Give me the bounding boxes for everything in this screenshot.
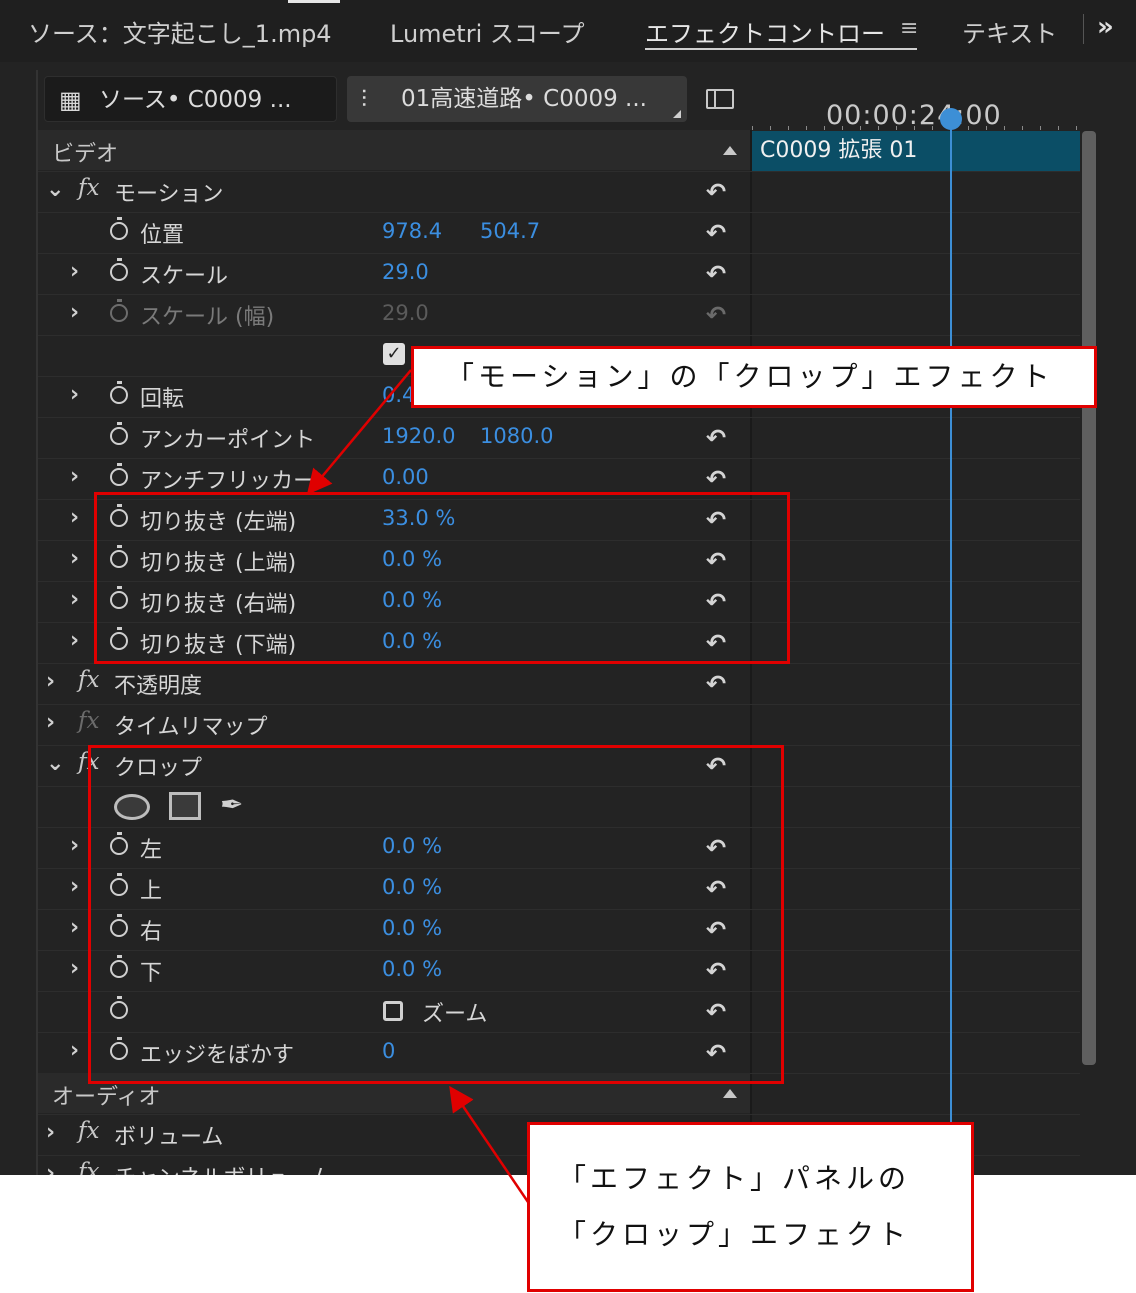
callout-effects-crop-line1: 「エフェクト」パネルの (558, 1162, 911, 1195)
annotation-arrows (306, 369, 530, 1203)
callout-effects-crop-line2: 「クロップ」エフェクト (558, 1218, 911, 1251)
arrow-to-motion-crop (306, 369, 412, 495)
callout-motion-crop-text: 「モーション」の「クロップ」エフェクト (446, 360, 1054, 393)
arrow-to-crop-effect (449, 1085, 530, 1203)
callout-effects-crop: 「エフェクト」パネルの 「クロップ」エフェクト (527, 1122, 974, 1292)
callout-motion-crop: 「モーション」の「クロップ」エフェクト (411, 346, 1097, 408)
